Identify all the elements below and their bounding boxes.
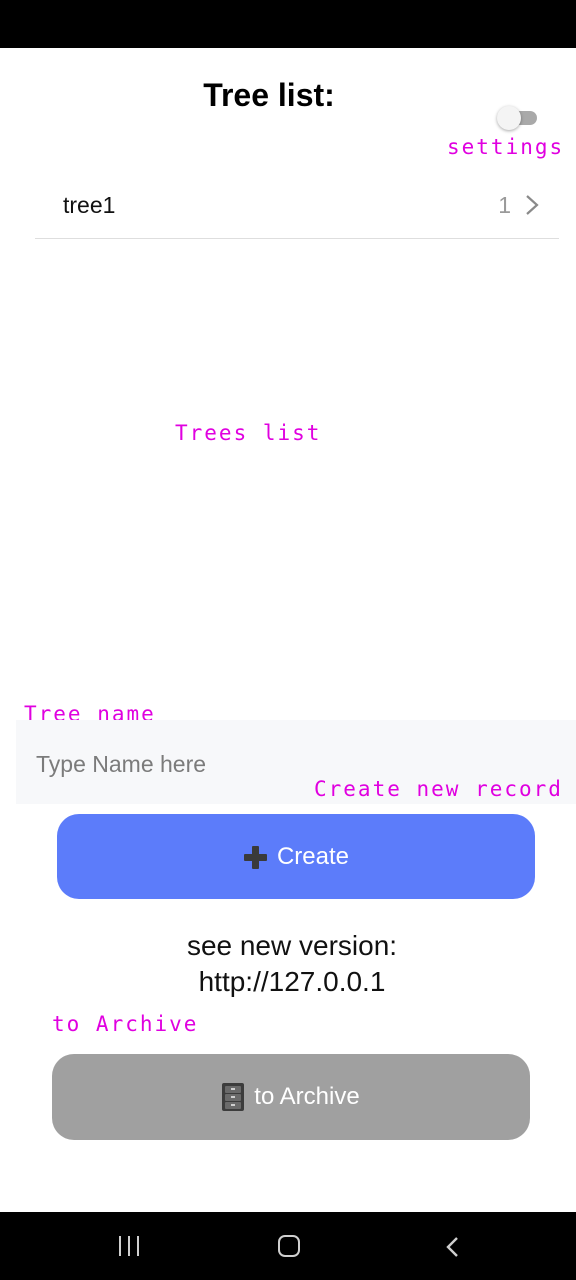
settings-annotation: settings: [447, 135, 565, 159]
archive-button-label: to Archive: [254, 1083, 360, 1110]
chevron-right-icon: [526, 195, 539, 215]
version-notice-line1: see new version:: [186, 930, 398, 961]
tree-count-badge: 1: [498, 192, 511, 218]
to-archive-button[interactable]: to Archive: [52, 1054, 530, 1140]
home-icon[interactable]: [278, 1235, 300, 1257]
heavy-plus-icon: [243, 845, 267, 869]
page-title: Tree list:: [203, 77, 335, 113]
tree-list-item[interactable]: tree1 1: [35, 170, 559, 239]
version-notice-link[interactable]: http://127.0.0.1: [0, 964, 576, 1000]
recent-apps-icon[interactable]: [117, 1236, 141, 1256]
navigation-bar: [0, 1212, 576, 1280]
file-cabinet-icon: [222, 1083, 245, 1111]
create-record-annotation: Create new record: [314, 777, 563, 801]
create-button-label: Create: [276, 842, 350, 870]
create-button[interactable]: Create: [57, 814, 535, 899]
toggle-thumb: [497, 106, 521, 130]
to-archive-annotation: to Archive: [52, 1012, 199, 1036]
tree-name-label: tree1: [63, 192, 116, 218]
settings-toggle[interactable]: [497, 106, 539, 130]
status-bar: [0, 0, 576, 48]
trees-list-annotation: Trees list: [175, 421, 322, 445]
version-notice: see new version: http://127.0.0.1: [0, 928, 576, 1000]
back-icon[interactable]: [444, 1236, 464, 1258]
